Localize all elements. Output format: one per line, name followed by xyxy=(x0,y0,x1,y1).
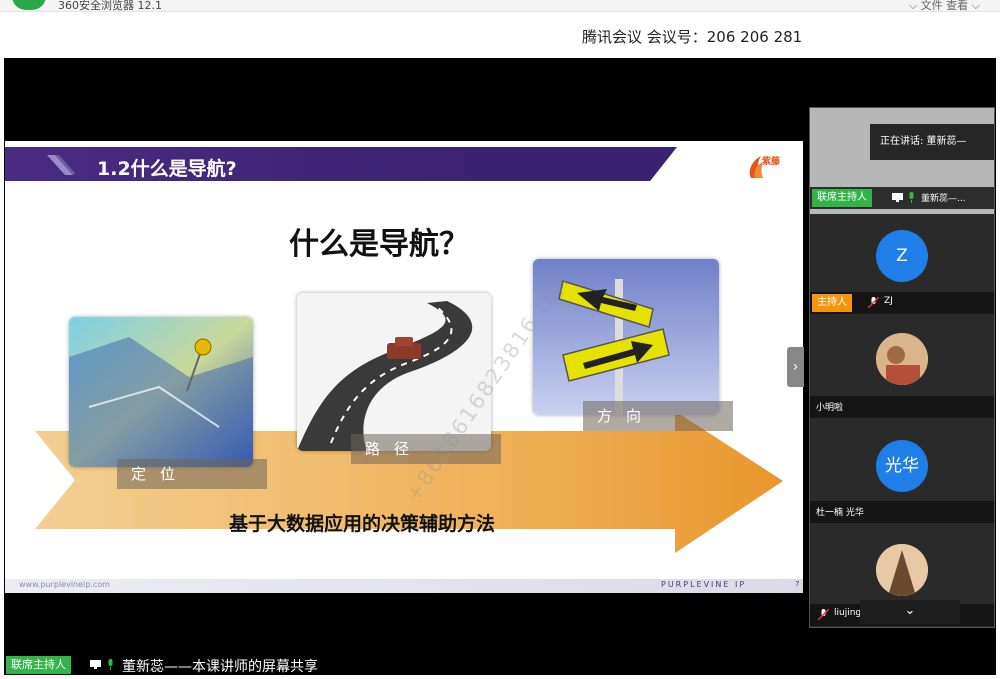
participant-panel: 正在讲话: 董新蕊— 联席主持人 董新蕊—... Z 主持人 ZJ 小明啦 光华… xyxy=(809,107,995,628)
map-illustration xyxy=(69,317,253,467)
meeting-id[interactable]: 腾讯会议 会议号：206 206 281 xyxy=(582,26,802,47)
mic-muted-icon xyxy=(868,297,879,308)
meeting-info-bar: 腾讯会议 会议号：206 206 281 xyxy=(0,12,1000,58)
slide-title: 1.2什么是导航? xyxy=(97,158,237,180)
participant-row[interactable]: 联席主持人 董新蕊—... xyxy=(810,187,994,209)
caption-direction: 方向 xyxy=(583,401,733,431)
avatar: 光华 xyxy=(876,440,928,492)
slide-heading: 什么是导航？ xyxy=(289,227,469,262)
avatar: Z xyxy=(876,230,928,282)
avatar xyxy=(876,544,928,596)
caption-locate: 定位 xyxy=(117,459,267,489)
participant-name: liujing xyxy=(834,608,862,618)
page-number: 7 xyxy=(795,580,800,588)
participant-name: 杜一楠 光华 xyxy=(816,508,864,518)
slide-footer: www.purplevineip.com PURPLEVINE IP 7 xyxy=(5,579,803,593)
browser-title-bar: 360安全浏览器 12.1 ⌵ 文件 查看 ⌵ xyxy=(0,0,1000,12)
mic-muted-icon xyxy=(818,609,829,620)
browser-menu[interactable]: ⌵ 文件 查看 ⌵ xyxy=(909,0,980,11)
participant-name: ZJ xyxy=(884,296,893,306)
speaking-indicator: 正在讲话: 董新蕊— xyxy=(870,124,994,160)
mic-icon xyxy=(909,192,914,203)
participant-row[interactable]: 杜一楠 光华 xyxy=(810,501,994,523)
footer-brand: PURPLEVINE IP xyxy=(661,580,747,589)
participant-row[interactable]: 主持人 ZJ xyxy=(810,292,994,314)
participant-name: 小明啦 xyxy=(816,403,844,413)
cohost-badge: 联席主持人 xyxy=(6,656,71,674)
slide-subtitle: 基于大数据应用的决策辅助方法 xyxy=(229,513,496,535)
shared-slide: 1.2什么是导航? 紫藤 什么是导航？ 定位 路径 方向 基于大数据应用的决策辅… xyxy=(5,141,803,593)
participant-row[interactable]: 小明啦 xyxy=(810,396,994,418)
scroll-down-button[interactable]: ⌄ xyxy=(860,600,960,624)
chevron-right-icon: › xyxy=(792,359,799,375)
logo-text: 紫藤 xyxy=(762,157,781,167)
chevron-down-icon: ⌄ xyxy=(904,603,916,618)
participant-name: 董新蕊—... xyxy=(921,194,966,204)
slide-header-mark-icon xyxy=(47,155,75,175)
share-status-text: 董新蕊——本课讲师的屏幕共享 xyxy=(122,659,318,675)
cohost-badge: 联席主持人 xyxy=(812,189,872,207)
panel-toggle-button[interactable]: › xyxy=(787,347,804,387)
meeting-window: 360安全浏览器 12.1 ⌵ 文件 查看 ⌵ 腾讯会议 会议号：206 206… xyxy=(0,0,1000,679)
screen-share-icon xyxy=(90,660,101,669)
avatar-photo xyxy=(876,544,928,596)
footer-url: www.purplevineip.com xyxy=(19,580,110,589)
screen-share-icon xyxy=(892,193,903,202)
mic-icon xyxy=(108,659,113,670)
slide-header: 1.2什么是导航? 紫藤 xyxy=(5,147,803,181)
browser-title: 360安全浏览器 12.1 xyxy=(58,0,162,12)
avatar-photo xyxy=(876,333,928,385)
host-badge: 主持人 xyxy=(812,294,852,312)
map-image xyxy=(69,317,253,467)
avatar xyxy=(876,333,928,385)
browser-logo-icon xyxy=(12,0,46,10)
share-status-bar: 联席主持人 董新蕊——本课讲师的屏幕共享 xyxy=(4,655,996,675)
